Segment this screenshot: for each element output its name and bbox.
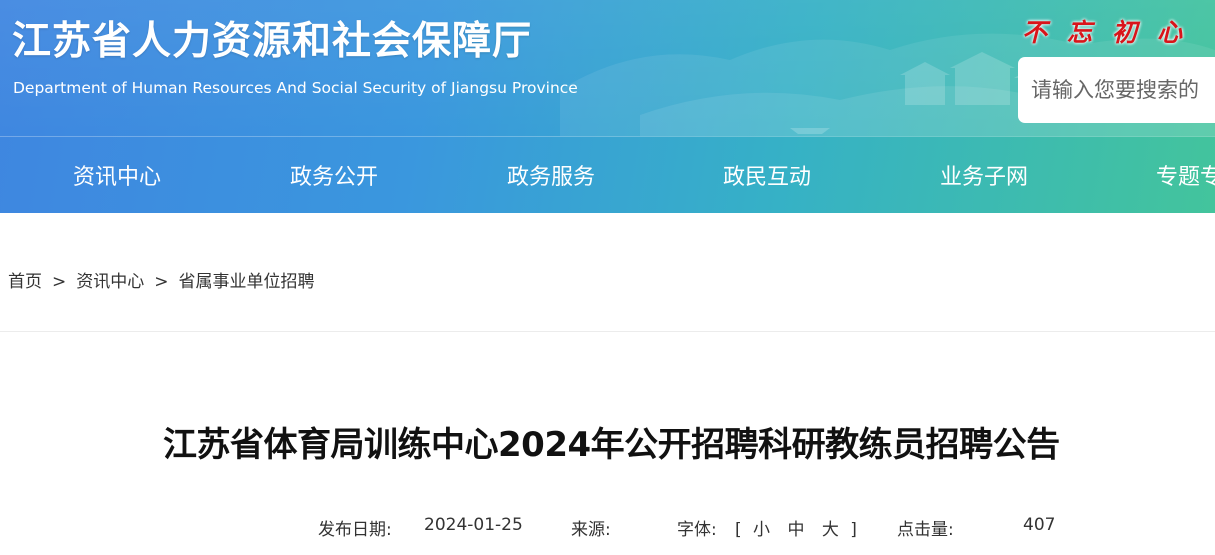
font-medium-button[interactable]: 中 [787,515,804,540]
breadcrumb-separator: > [52,272,67,292]
font-large-button[interactable]: 大 [822,515,839,540]
breadcrumb-recruitment[interactable]: 省属事业单位招聘 [179,267,315,292]
nav-item-subsites[interactable]: 业务子网 [940,137,1028,213]
breadcrumb-home[interactable]: 首页 [8,267,42,292]
search-box [1018,57,1215,123]
breadcrumb: 首页 > 资讯中心 > 省属事业单位招聘 [8,267,315,292]
bracket-open: [ [735,520,742,540]
views-count: 407 [1023,515,1056,535]
breadcrumb-separator: > [154,272,169,292]
search-input[interactable] [1031,75,1215,105]
site-title[interactable]: 江苏省人力资源和社会保障厅 [12,10,532,66]
site-header: 江苏省人力资源和社会保障厅 Department of Human Resour… [0,0,1215,213]
font-size-controls: [ 小 中 大 ] [735,515,857,540]
article-title: 江苏省体育局训练中心2024年公开招聘科研教练员招聘公告 [163,425,1060,465]
breadcrumb-news[interactable]: 资讯中心 [76,267,144,292]
site-subtitle: Department of Human Resources And Social… [13,79,578,97]
main-nav: 资讯中心 政务公开 政务服务 政民互动 业务子网 专题专 [0,137,1215,213]
source-label: 来源: [571,520,611,540]
nav-item-interaction[interactable]: 政民互动 [723,137,811,213]
publish-date-label: 发布日期: [318,520,392,540]
nav-item-news[interactable]: 资讯中心 [73,137,161,213]
views-label: 点击量: [897,520,954,540]
bracket-close: ] [850,520,857,540]
nav-item-topics[interactable]: 专题专 [1156,137,1215,213]
slogan: 不忘初心 [1022,18,1203,47]
breadcrumb-divider [0,331,1215,332]
publish-date: 2024-01-25 [424,515,523,535]
nav-item-public-affairs[interactable]: 政务公开 [290,137,378,213]
nav-item-gov-services[interactable]: 政务服务 [507,137,595,213]
font-size-label: 字体: [677,520,717,540]
font-small-button[interactable]: 小 [753,515,770,540]
